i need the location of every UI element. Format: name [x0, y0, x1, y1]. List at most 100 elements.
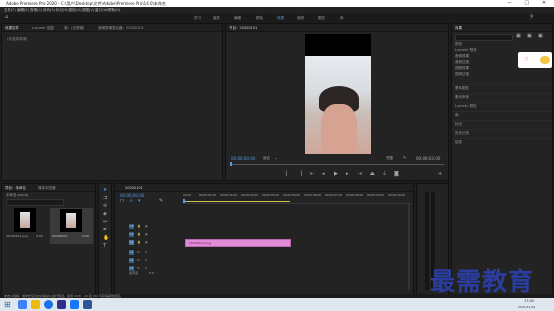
hand-tool-icon[interactable]: ✋ — [103, 236, 109, 241]
lock-icon[interactable]: 🔒 — [137, 240, 141, 244]
hand-pointer-icon[interactable]: ☝ — [524, 55, 528, 63]
yuv-effects-icon[interactable]: ▣ — [538, 34, 543, 39]
program-scrubber[interactable] — [230, 164, 444, 165]
ripple-edit-tool-icon[interactable]: ✢ — [103, 204, 107, 209]
panel-section[interactable]: 基本图形 — [455, 86, 469, 91]
workspace-color[interactable]: 颜色 — [256, 16, 263, 21]
tab-media-browser[interactable]: 媒体浏览器 — [38, 186, 56, 191]
camera-icon[interactable]: ◙ — [394, 172, 399, 177]
effects-tree-item[interactable]: Lumetri 预设 — [455, 48, 477, 53]
workspace-audio[interactable]: 音频 — [297, 16, 304, 21]
windows-start-icon[interactable]: ⊞ — [4, 300, 11, 309]
taskbar-app-icon[interactable] — [83, 300, 92, 309]
step-forward-icon[interactable]: ▸ — [346, 172, 349, 177]
chevron-down-icon[interactable]: ⌄ — [274, 155, 277, 160]
floating-widget[interactable]: ☝ — [518, 52, 552, 68]
effects-search-input[interactable] — [455, 34, 513, 41]
accelerated-effects-icon[interactable]: ▣ — [516, 34, 521, 39]
tab-effect-controls[interactable]: 效果控件 — [5, 26, 19, 31]
go-to-out-icon[interactable]: ⇥ — [358, 172, 362, 177]
panel-section[interactable]: 信息 — [455, 140, 462, 145]
tab-program[interactable]: 节目：20200101 — [229, 26, 257, 31]
effects-tree-item[interactable]: 视频过渡 — [455, 72, 469, 77]
taskbar-premiere-icon[interactable] — [57, 300, 66, 309]
extract-icon[interactable]: ⏚ — [382, 172, 387, 177]
settings-wrench-icon[interactable]: ✎ — [159, 199, 163, 204]
tab-project[interactable]: 项目：未命名 — [5, 186, 26, 191]
track-target[interactable]: A1 — [129, 250, 134, 255]
tab-lumetri-scopes[interactable]: Lumetri 范围 — [32, 26, 54, 31]
type-tool-icon[interactable]: T — [103, 244, 106, 249]
track-target[interactable]: V2 — [129, 232, 134, 237]
pen-tool-icon[interactable]: ✒ — [103, 228, 107, 233]
workspace-graphics[interactable]: 图形 — [318, 16, 325, 21]
workspace-effects[interactable]: 效果 — [277, 16, 284, 21]
workspace-learn[interactable]: 学习 — [194, 16, 201, 21]
timeline-scrollbar[interactable] — [408, 204, 410, 290]
time-ruler[interactable]: 00;00 00;00;01;00 00;00;02;00 00;00;03;0… — [183, 193, 411, 204]
selection-tool-icon[interactable]: ➤ — [103, 188, 107, 193]
program-timecode[interactable]: 00;00;00;00 — [231, 156, 255, 161]
project-item[interactable]: 20200101.png 5;00 — [6, 208, 46, 244]
add-button-icon[interactable]: + — [438, 172, 442, 177]
taskbar-app-icon[interactable] — [31, 300, 40, 309]
project-item[interactable]: 20200101 5;00 — [50, 208, 93, 244]
mark-in-icon[interactable]: ▏ — [286, 172, 290, 177]
snap-icon[interactable]: ⊓ — [120, 199, 124, 204]
track-target[interactable]: A2 — [129, 258, 134, 263]
panel-section[interactable]: Lumetri 颜色 — [455, 104, 477, 109]
workspace-editing[interactable]: 编辑 — [234, 16, 241, 21]
32bit-effects-icon[interactable]: ▣ — [527, 34, 532, 39]
taskbar-app-icon[interactable] — [44, 300, 53, 309]
timeline-clip[interactable]: 20200101.png — [185, 239, 291, 247]
track-target[interactable]: V1 — [129, 240, 134, 245]
close-button[interactable]: ✕ — [536, 0, 552, 7]
home-icon[interactable]: ⌂ — [5, 15, 8, 20]
project-search-input[interactable] — [6, 199, 64, 206]
panel-section[interactable]: 库 — [455, 113, 459, 118]
mark-out-icon[interactable]: ▕ — [298, 172, 302, 177]
play-icon[interactable]: ▶ — [334, 172, 338, 177]
taskbar-app-icon[interactable] — [18, 300, 27, 309]
razor-tool-icon[interactable]: ◈ — [103, 212, 107, 217]
wrench-icon[interactable]: ✎ — [403, 155, 406, 160]
tab-sequence[interactable]: 20200101 — [125, 186, 143, 190]
lift-icon[interactable]: ⏏ — [370, 172, 375, 177]
effects-tree-item[interactable]: 视频效果 — [455, 66, 469, 71]
tab-audio-clip-mixer[interactable]: 音频剪辑混合器：20200101 — [98, 26, 144, 31]
track-select-tool-icon[interactable]: ⇉ — [103, 196, 107, 201]
panel-section[interactable]: 历史记录 — [455, 131, 469, 136]
mute-icon[interactable]: M — [137, 258, 140, 262]
quality-select[interactable]: 完整 — [386, 156, 393, 161]
fit-select[interactable]: 适合 — [263, 156, 270, 161]
effects-tree-item[interactable]: 音频过渡 — [455, 60, 469, 65]
emoji-icon[interactable] — [540, 56, 550, 64]
effects-tree-item[interactable]: 预设 — [455, 42, 462, 47]
solo-icon[interactable]: S — [145, 250, 147, 254]
effects-tree-item[interactable]: 音频效果 — [455, 54, 469, 59]
go-to-in-icon[interactable]: ⇤ — [310, 172, 314, 177]
step-back-icon[interactable]: ◂ — [322, 172, 325, 177]
workspace-libraries[interactable]: 库 — [340, 16, 344, 21]
tab-effects[interactable]: 效果 — [455, 26, 462, 31]
workspace-assembly[interactable]: 组件 — [213, 16, 220, 21]
maximize-button[interactable]: □ — [519, 0, 535, 7]
add-marker-icon[interactable]: ▾ — [138, 199, 141, 204]
minimize-button[interactable]: ─ — [501, 0, 517, 7]
lock-icon[interactable]: 🔒 — [137, 224, 141, 228]
program-playhead[interactable] — [230, 162, 232, 166]
slip-tool-icon[interactable]: ↔ — [103, 220, 107, 225]
solo-icon[interactable]: S — [145, 266, 147, 270]
lock-icon[interactable]: 🔒 — [137, 232, 141, 236]
search-icon[interactable]: ⚲ — [530, 15, 534, 20]
eye-icon[interactable]: ◉ — [145, 240, 148, 244]
taskbar-app-icon[interactable] — [70, 300, 79, 309]
panel-section[interactable]: 标记 — [455, 122, 462, 127]
solo-icon[interactable]: S — [145, 258, 147, 262]
master-track-value[interactable]: 0.0 — [149, 271, 154, 275]
eye-icon[interactable]: ◉ — [145, 224, 148, 228]
mute-icon[interactable]: M — [137, 266, 140, 270]
work-area-bar[interactable] — [185, 201, 290, 202]
eye-icon[interactable]: ◉ — [145, 232, 148, 236]
linked-selection-icon[interactable]: ∞ — [129, 199, 133, 204]
